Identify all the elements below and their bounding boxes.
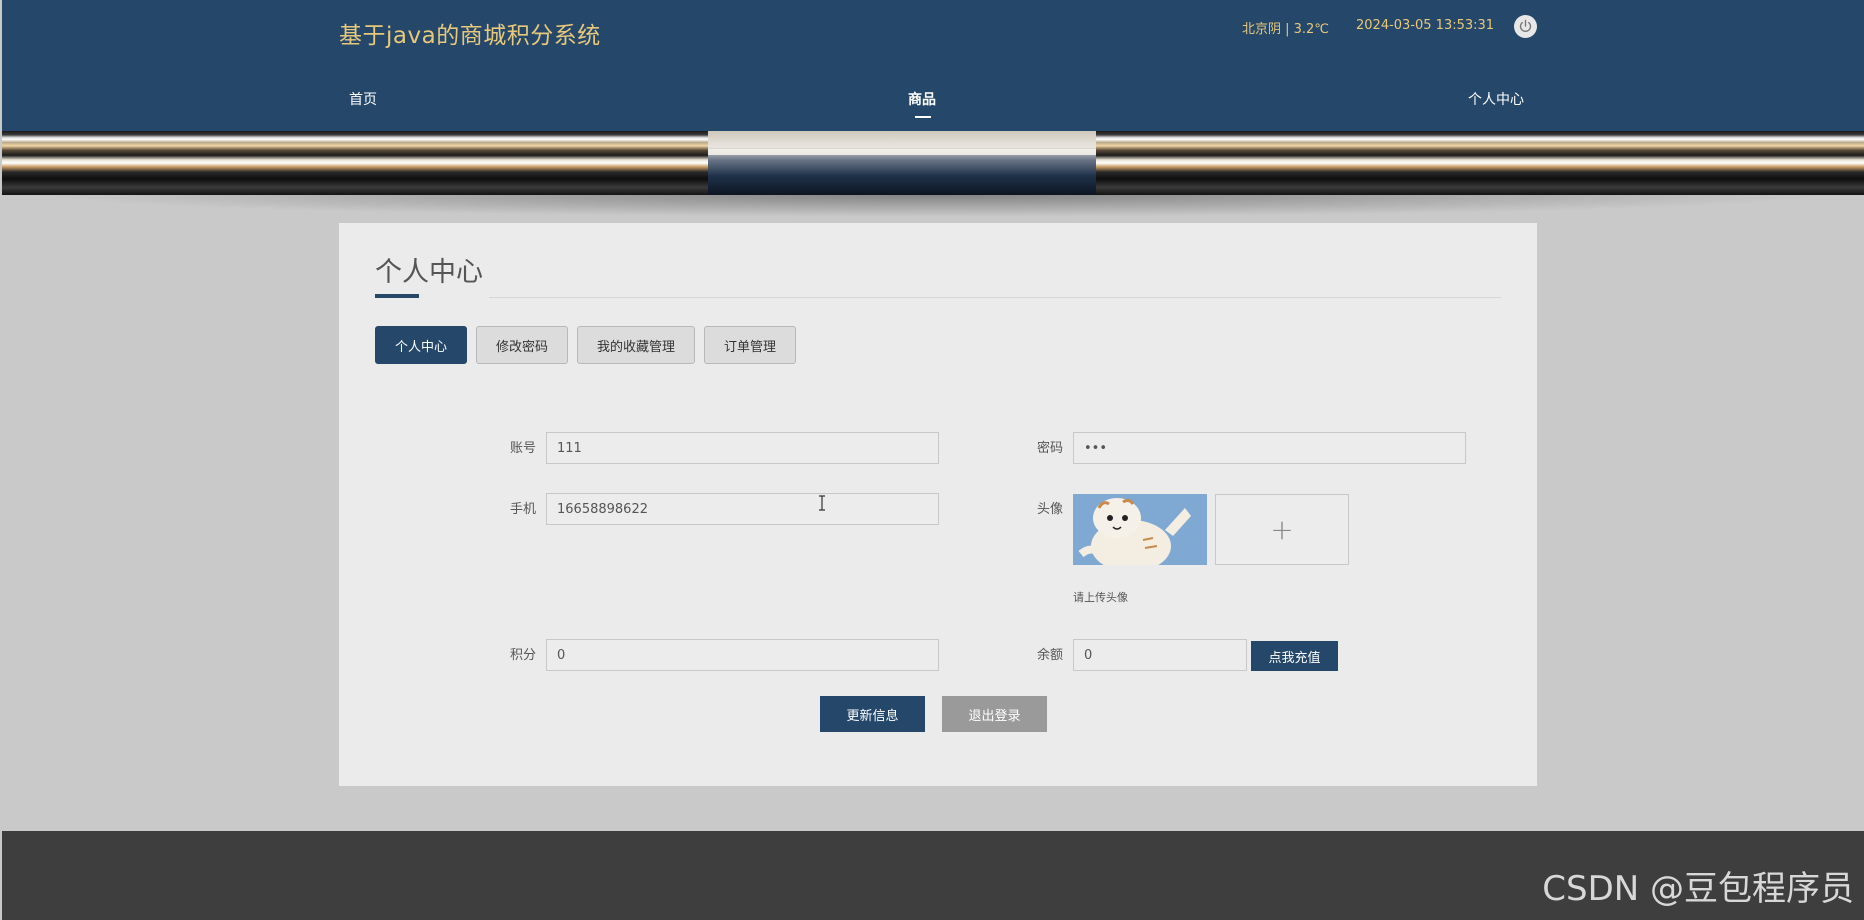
banner-glass-graphic xyxy=(708,131,1096,195)
password-input[interactable]: ••• xyxy=(1073,432,1466,464)
account-label: 账号 xyxy=(510,441,537,456)
weather-info: 北京阴 | 3.2℃ xyxy=(1242,22,1329,37)
csdn-watermark: CSDN @豆包程序员 xyxy=(1542,869,1854,909)
tiger-avatar-icon xyxy=(1073,494,1207,565)
text-cursor-icon xyxy=(819,495,825,511)
page-footer: CSDN @豆包程序员 xyxy=(2,831,1864,920)
points-label: 积分 xyxy=(510,648,537,663)
phone-label: 手机 xyxy=(510,502,537,517)
avatar-image[interactable] xyxy=(1073,494,1207,565)
power-icon xyxy=(1519,19,1532,32)
power-button[interactable] xyxy=(1514,15,1537,38)
top-header xyxy=(2,0,1864,131)
recharge-button[interactable]: 点我充值 xyxy=(1251,641,1338,671)
logout-button[interactable]: 退出登录 xyxy=(942,696,1047,732)
avatar-label: 头像 xyxy=(1037,502,1064,517)
site-title[interactable]: 基于java的商城积分系统 xyxy=(339,16,601,50)
balance-input[interactable]: 0 xyxy=(1073,639,1247,671)
avatar-upload-button[interactable]: + xyxy=(1215,494,1349,565)
nav-item-home[interactable]: 首页 xyxy=(349,89,377,109)
account-input[interactable]: 111 xyxy=(546,432,939,464)
nav-active-indicator xyxy=(915,116,931,118)
nav-item-user-center[interactable]: 个人中心 xyxy=(1468,89,1524,109)
tab-favorites[interactable]: 我的收藏管理 xyxy=(577,326,695,364)
balance-label: 余额 xyxy=(1037,648,1064,663)
points-input[interactable]: 0 xyxy=(546,639,939,671)
update-info-button[interactable]: 更新信息 xyxy=(820,696,925,732)
title-accent-bar xyxy=(375,294,419,298)
tab-orders[interactable]: 订单管理 xyxy=(704,326,796,364)
nav-item-goods[interactable]: 商品 xyxy=(908,89,936,109)
title-divider xyxy=(489,297,1501,298)
page-title: 个人中心 xyxy=(375,257,483,288)
password-label: 密码 xyxy=(1037,441,1064,456)
banner-image xyxy=(2,131,1864,195)
tab-change-password[interactable]: 修改密码 xyxy=(476,326,568,364)
avatar-upload-hint: 请上传头像 xyxy=(1073,591,1128,604)
tab-user-center[interactable]: 个人中心 xyxy=(375,326,467,364)
user-center-card: 个人中心 个人中心 修改密码 我的收藏管理 订单管理 账号 111 密码 •••… xyxy=(339,223,1537,786)
datetime-info: 2024-03-05 13:53:31 xyxy=(1356,18,1495,33)
phone-input[interactable]: 16658898622 xyxy=(546,493,939,525)
banner-shadow xyxy=(40,195,1830,217)
